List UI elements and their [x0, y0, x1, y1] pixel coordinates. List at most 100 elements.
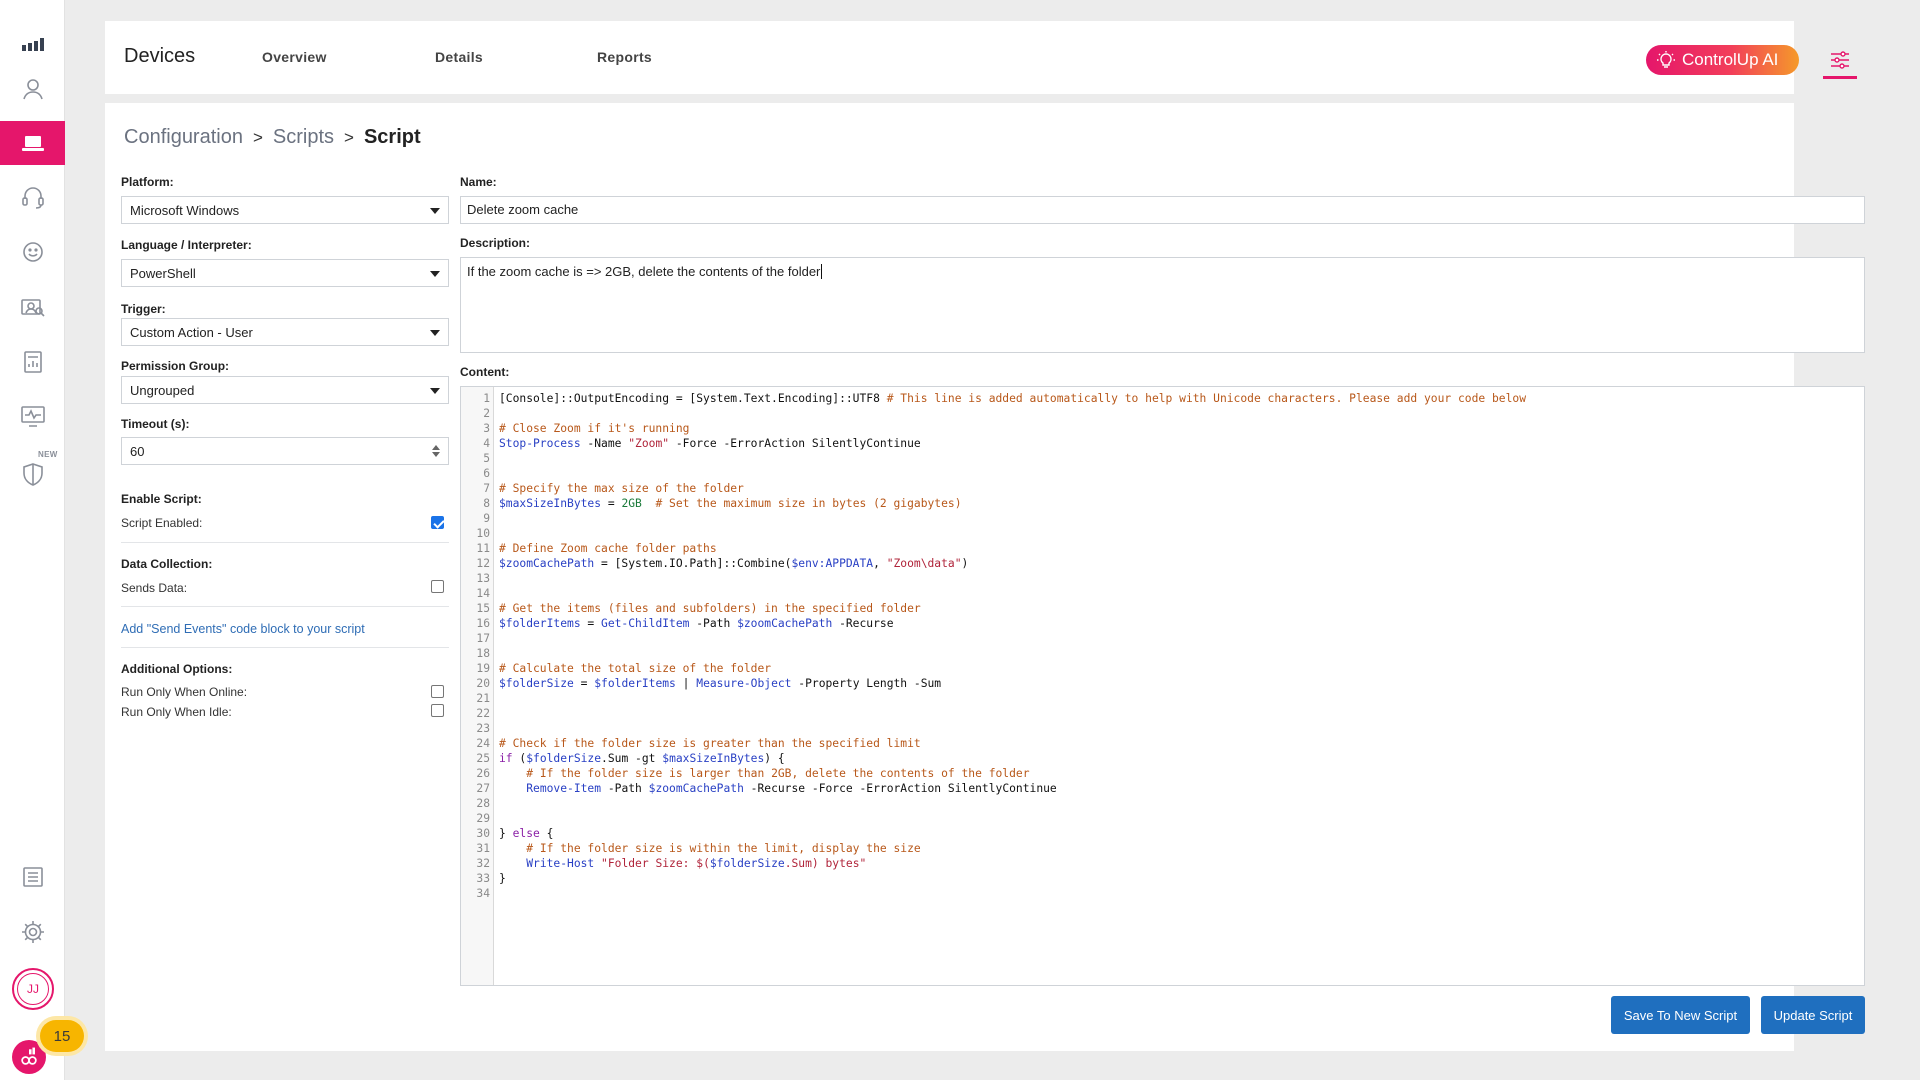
- line-number: 26: [476, 767, 490, 780]
- number-stepper-icon[interactable]: [432, 445, 440, 457]
- new-badge: NEW: [38, 450, 58, 459]
- code-text: $folderItems = Get-ChildItem -Path $zoom…: [499, 617, 894, 630]
- code-line: 33}: [461, 871, 1864, 886]
- run-when-online-label: Run Only When Online:: [121, 685, 248, 699]
- user-icon[interactable]: [0, 67, 65, 111]
- timeout-input[interactable]: 60: [121, 437, 449, 465]
- code-text: # Close Zoom if it's running: [499, 422, 690, 435]
- headset-icon[interactable]: [0, 175, 65, 219]
- enable-script-label: Enable Script:: [121, 492, 202, 506]
- code-line: 9: [461, 511, 1864, 526]
- line-number: 30: [476, 827, 490, 840]
- sends-data-label: Sends Data:: [121, 581, 188, 595]
- line-number: 1: [483, 392, 490, 405]
- divider: [121, 542, 449, 543]
- user-avatar[interactable]: JJ: [12, 968, 54, 1010]
- code-text: # Define Zoom cache folder paths: [499, 542, 717, 555]
- line-number: 11: [476, 542, 490, 555]
- run-when-online-checkbox[interactable]: [431, 685, 444, 698]
- code-line: 32 Write-Host "Folder Size: $($folderSiz…: [461, 856, 1864, 871]
- settings-sliders-button[interactable]: [1823, 43, 1857, 79]
- controlup-ai-button[interactable]: ControlUp AI: [1646, 45, 1799, 75]
- line-number: 24: [476, 737, 490, 750]
- line-number: 25: [476, 752, 490, 765]
- breadcrumb-scripts[interactable]: Scripts: [273, 126, 334, 149]
- permission-group-label: Permission Group:: [121, 359, 230, 373]
- code-line: 3 # Close Zoom if it's running: [461, 421, 1864, 436]
- name-input[interactable]: Delete zoom cache: [460, 196, 1865, 224]
- sends-data-checkbox[interactable]: [431, 580, 444, 593]
- code-line: 2: [461, 406, 1864, 421]
- code-line: 11 # Define Zoom cache folder paths: [461, 541, 1864, 556]
- controlup-logo-icon[interactable]: [12, 1040, 46, 1074]
- notification-count-badge[interactable]: 15: [40, 1020, 84, 1052]
- code-line: 6: [461, 466, 1864, 481]
- update-script-button[interactable]: Update Script: [1761, 996, 1865, 1034]
- code-line: 5: [461, 451, 1864, 466]
- code-text: # Specify the max size of the folder: [499, 482, 744, 495]
- line-number: 17: [476, 632, 490, 645]
- language-value: PowerShell: [130, 265, 196, 281]
- code-line: 27 Remove-Item -Path $zoomCachePath -Rec…: [461, 781, 1864, 796]
- code-line: 4 Stop-Process -Name "Zoom" -Force -Error…: [461, 436, 1864, 451]
- line-number: 34: [476, 887, 490, 900]
- platform-value: Microsoft Windows: [130, 202, 240, 218]
- code-text: Remove-Item -Path $zoomCachePath -Recurs…: [526, 782, 1057, 795]
- code-line: 23: [461, 721, 1864, 736]
- breadcrumb-separator: >: [252, 128, 263, 147]
- code-line: 19 # Calculate the total size of the fold…: [461, 661, 1864, 676]
- breadcrumb-configuration[interactable]: Configuration: [124, 126, 243, 149]
- code-line: 26 # If the folder size is larger than 2…: [461, 766, 1864, 781]
- description-textarea[interactable]: If the zoom cache is => 2GB, delete the …: [460, 257, 1865, 353]
- line-number: 28: [476, 797, 490, 810]
- tab-overview[interactable]: Overview: [262, 49, 327, 65]
- language-select[interactable]: PowerShell: [121, 259, 449, 287]
- code-line: 20 $folderSize = $folderItems | Measure-O…: [461, 676, 1864, 691]
- code-text: # Get the items (files and subfolders) i…: [499, 602, 921, 615]
- permission-group-select[interactable]: Ungrouped: [121, 376, 449, 404]
- shield-icon[interactable]: NEW: [0, 450, 65, 496]
- sliders-icon: [1831, 50, 1849, 69]
- report-icon[interactable]: [0, 340, 65, 384]
- code-line: 1 [Console]::OutputEncoding = [System.Tex…: [461, 391, 1864, 406]
- signal-bars-icon[interactable]: [0, 22, 65, 66]
- platform-select[interactable]: Microsoft Windows: [121, 196, 449, 224]
- tab-details[interactable]: Details: [435, 49, 483, 65]
- line-number: 6: [483, 467, 490, 480]
- line-number: 18: [476, 647, 490, 660]
- code-line: 14: [461, 586, 1864, 601]
- chevron-down-icon: [430, 330, 440, 336]
- avatar-initials: JJ: [17, 973, 49, 1005]
- chevron-down-icon: [430, 388, 440, 394]
- monitor-pulse-icon[interactable]: [0, 394, 65, 438]
- ai-button-label: ControlUp AI: [1682, 50, 1779, 69]
- smiley-icon[interactable]: [0, 230, 65, 274]
- code-line: 29: [461, 811, 1864, 826]
- chevron-down-icon: [430, 271, 440, 277]
- user-search-icon[interactable]: [0, 285, 65, 329]
- tab-reports[interactable]: Reports: [597, 49, 652, 65]
- line-number: 27: [476, 782, 490, 795]
- code-line: 8 $maxSizeInBytes = 2GB # Set the maximum…: [461, 496, 1864, 511]
- main-panel: Configuration > Scripts > Script Platfor…: [105, 103, 1865, 1051]
- trigger-select[interactable]: Custom Action - User: [121, 318, 449, 346]
- code-text: $maxSizeInBytes = 2GB # Set the maximum …: [499, 497, 962, 510]
- gear-icon[interactable]: [0, 910, 65, 954]
- code-line: 16 $folderItems = Get-ChildItem -Path $zo…: [461, 616, 1864, 631]
- list-icon[interactable]: [0, 855, 65, 899]
- line-number: 9: [483, 512, 490, 525]
- page-section-title: Devices: [124, 45, 196, 67]
- laptop-icon[interactable]: [0, 121, 65, 165]
- script-enabled-checkbox[interactable]: [431, 516, 444, 529]
- run-when-idle-checkbox[interactable]: [431, 704, 444, 717]
- code-text: }: [499, 872, 506, 885]
- send-events-link[interactable]: Add "Send Events" code block to your scr…: [121, 622, 365, 636]
- save-to-new-script-button[interactable]: Save To New Script: [1611, 996, 1750, 1034]
- code-content: 1 [Console]::OutputEncoding = [System.Tex…: [461, 391, 1864, 901]
- code-line: 28: [461, 796, 1864, 811]
- code-line: 10: [461, 526, 1864, 541]
- code-line: 21: [461, 691, 1864, 706]
- code-text: } else {: [499, 827, 554, 840]
- name-label: Name:: [460, 175, 497, 189]
- code-editor[interactable]: 1 [Console]::OutputEncoding = [System.Tex…: [460, 386, 1865, 986]
